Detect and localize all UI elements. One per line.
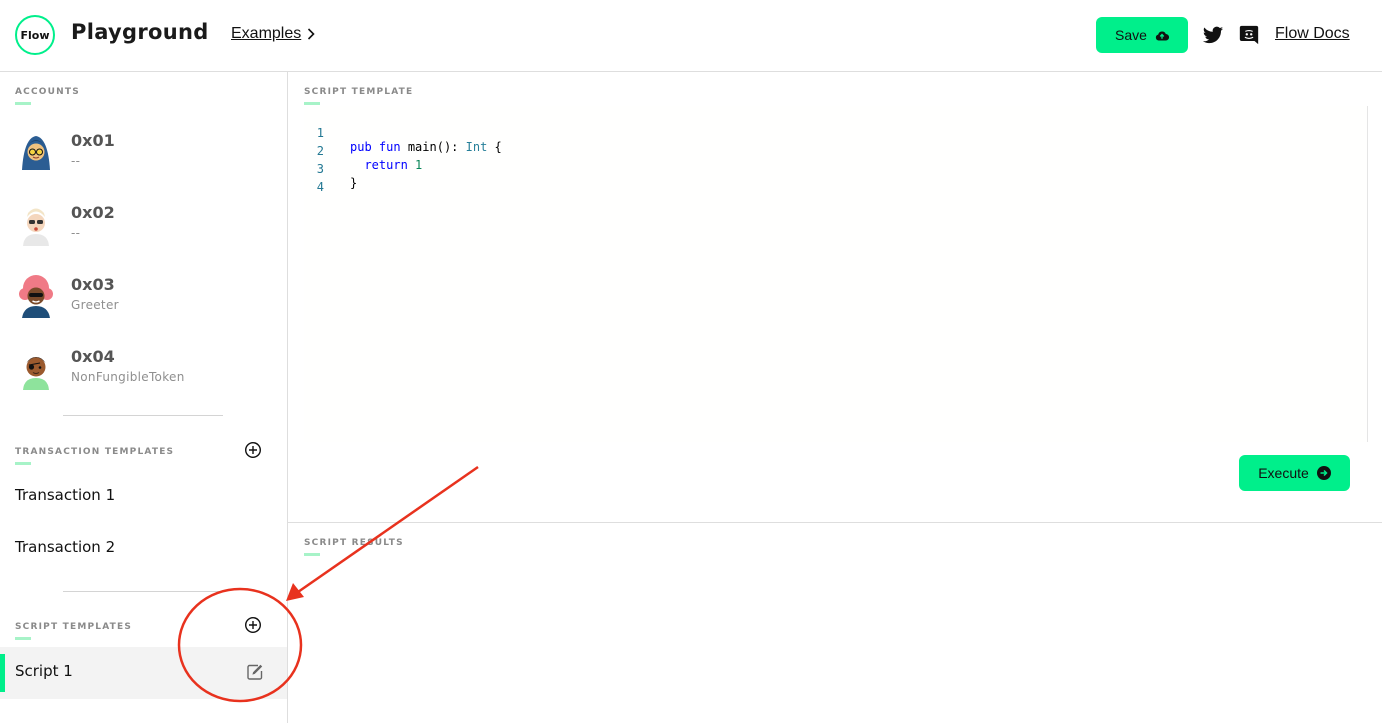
- code-line: 2 return 1: [304, 130, 904, 172]
- transaction-templates-label: TRANSACTION TEMPLATES: [15, 447, 175, 465]
- save-label: Save: [1115, 27, 1147, 43]
- script-results-label: SCRIPT RESULTS: [304, 538, 404, 556]
- flow-logo[interactable]: Flow: [15, 15, 55, 55]
- script-results-panel: SCRIPT RESULTS: [288, 523, 1382, 723]
- account-address: 0x01: [71, 131, 115, 150]
- add-transaction-icon[interactable]: [244, 441, 262, 459]
- account-item[interactable]: 0x02 --: [0, 202, 287, 274]
- cloud-upload-icon: [1155, 30, 1169, 41]
- script-editor-panel: SCRIPT TEMPLATE 1 pub fun main(): Int { …: [288, 72, 1382, 523]
- sidebar: ACCOUNTS 0x01 -- 0x02 -- 0x03 Greeter 0x…: [0, 72, 288, 723]
- script-template-label: Script 1: [15, 662, 73, 680]
- app-title: Playground: [71, 20, 209, 44]
- arrow-right-circle-icon: [1316, 466, 1331, 480]
- account-contract: Greeter: [71, 298, 119, 312]
- examples-link[interactable]: Examples: [231, 25, 315, 43]
- top-header: Flow Playground Examples Save Flow Docs: [0, 0, 1382, 72]
- account-contract: --: [71, 154, 81, 168]
- code-editor[interactable]: 1 pub fun main(): Int { 2 return 1 3 } 4: [304, 106, 1368, 442]
- transaction-template-label: Transaction 1: [15, 486, 116, 504]
- flow-docs-link[interactable]: Flow Docs: [1275, 25, 1350, 43]
- account-item[interactable]: 0x01 --: [0, 130, 287, 202]
- transaction-template-item[interactable]: Transaction 1: [0, 476, 287, 516]
- add-script-icon[interactable]: [244, 616, 262, 634]
- chevron-right-icon: [307, 28, 315, 40]
- avatar: [16, 274, 56, 318]
- script-template-label: SCRIPT TEMPLATE: [304, 87, 414, 105]
- account-contract: --: [71, 226, 81, 240]
- execute-button[interactable]: Execute: [1239, 455, 1350, 491]
- execute-label: Execute: [1258, 465, 1309, 481]
- code-line: 1 pub fun main(): Int {: [304, 112, 904, 154]
- line-number: 4: [316, 180, 324, 194]
- account-address: 0x04: [71, 347, 115, 366]
- account-item[interactable]: 0x04 NonFungibleToken: [0, 346, 287, 418]
- transaction-template-label: Transaction 2: [15, 538, 116, 556]
- edit-icon[interactable]: [246, 663, 264, 681]
- twitter-icon[interactable]: [1202, 24, 1224, 46]
- account-contract: NonFungibleToken: [71, 370, 185, 384]
- code-line: 3 }: [304, 148, 904, 190]
- section-divider: [63, 415, 223, 416]
- transaction-template-item[interactable]: Transaction 2: [0, 528, 287, 568]
- avatar: [16, 130, 56, 174]
- avatar: [16, 202, 56, 246]
- script-template-item[interactable]: Script 1: [0, 647, 287, 699]
- code-line: 4: [304, 166, 904, 194]
- discord-icon[interactable]: [1238, 24, 1260, 46]
- account-address: 0x03: [71, 275, 115, 294]
- section-divider: [63, 591, 223, 592]
- accounts-section-label: ACCOUNTS: [15, 87, 80, 105]
- script-templates-label: SCRIPT TEMPLATES: [15, 622, 133, 640]
- avatar: [16, 346, 56, 390]
- save-button[interactable]: Save: [1096, 17, 1188, 53]
- account-item[interactable]: 0x03 Greeter: [0, 274, 287, 346]
- examples-label: Examples: [231, 25, 302, 42]
- account-address: 0x02: [71, 203, 115, 222]
